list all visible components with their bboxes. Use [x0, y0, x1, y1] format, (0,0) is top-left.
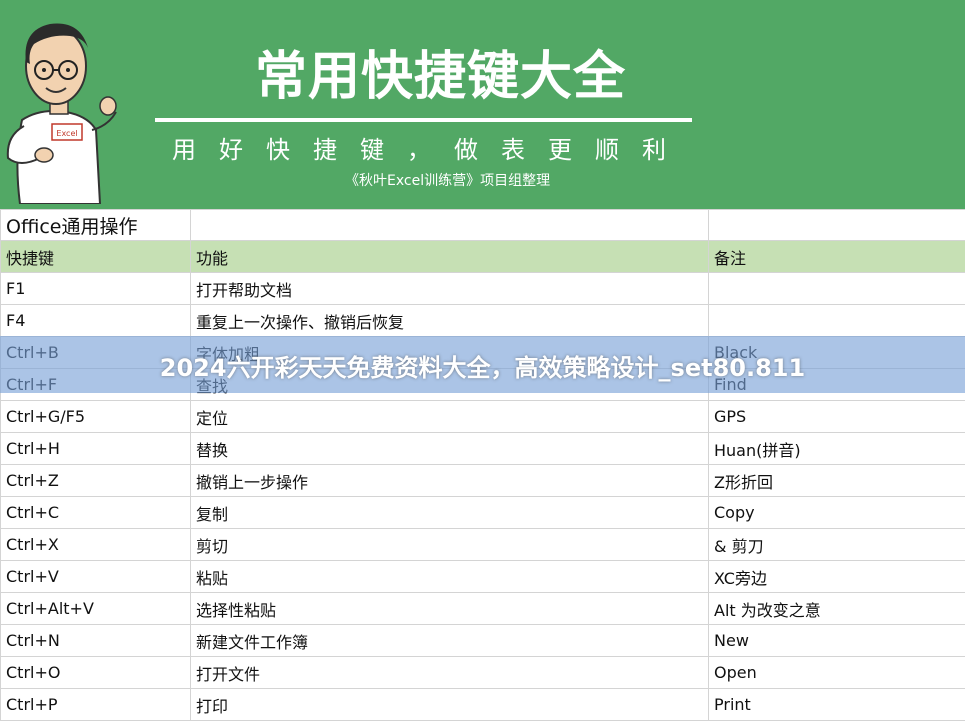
banner-divider	[155, 118, 692, 122]
cell-shortcut[interactable]: F4	[0, 304, 191, 337]
cell-note[interactable]: New	[708, 624, 965, 657]
table-row: Ctrl+G/F5 定位 GPS	[0, 400, 965, 433]
table-row: Ctrl+C 复制 Copy	[0, 496, 965, 529]
cell-shortcut[interactable]: Ctrl+G/F5	[0, 400, 191, 433]
cell-function[interactable]: 选择性粘贴	[190, 592, 709, 625]
cell-shortcut[interactable]: Ctrl+Alt+V	[0, 592, 191, 625]
cell-shortcut[interactable]: Ctrl+V	[0, 560, 191, 593]
header-note[interactable]: 备注	[708, 240, 965, 273]
cell-note[interactable]: Copy	[708, 496, 965, 529]
cell-function[interactable]: 粘贴	[190, 560, 709, 593]
table-row: Ctrl+O 打开文件 Open	[0, 656, 965, 689]
cell-shortcut[interactable]: Ctrl+N	[0, 624, 191, 657]
cell-function[interactable]: 打印	[190, 688, 709, 721]
banner-subtitle: 用好快捷键，做表更顺利	[172, 136, 689, 164]
table-row: Ctrl+Alt+V 选择性粘贴 Alt 为改变之意	[0, 592, 965, 625]
cell-shortcut[interactable]: Ctrl+X	[0, 528, 191, 561]
cell-note[interactable]: Alt 为改变之意	[708, 592, 965, 625]
cell-function[interactable]: 打开文件	[190, 656, 709, 689]
header-shortcut[interactable]: 快捷键	[0, 240, 191, 273]
cell-note[interactable]: Print	[708, 688, 965, 721]
table-row: Ctrl+X 剪切 & 剪刀	[0, 528, 965, 561]
cell-note[interactable]: XC旁边	[708, 560, 965, 593]
cell-note[interactable]: Z形折回	[708, 464, 965, 497]
header-function[interactable]: 功能	[190, 240, 709, 273]
banner-credit: 《秋叶Excel训练营》项目组整理	[345, 173, 551, 189]
table-row: Ctrl+Z 撤销上一步操作 Z形折回	[0, 464, 965, 497]
banner: Excel 常用快捷键大全 用好快捷键，做表更顺利 《秋叶Excel训练营》项目…	[0, 0, 965, 209]
shirt-badge-text: Excel	[56, 129, 77, 138]
shortcut-table: Office通用操作 快捷键 功能 备注 F1 打开帮助文档 F4 重复上一次操作、撤…	[0, 209, 965, 721]
section-title[interactable]: Office通用操作	[0, 209, 191, 241]
cell-note[interactable]	[708, 272, 965, 305]
cell-shortcut[interactable]: Ctrl+C	[0, 496, 191, 529]
cell-shortcut[interactable]: Ctrl+H	[0, 432, 191, 465]
cell-note[interactable]: & 剪刀	[708, 528, 965, 561]
cell-function[interactable]: 撤销上一步操作	[190, 464, 709, 497]
table-row: F1 打开帮助文档	[0, 272, 965, 305]
table-row: Ctrl+N 新建文件工作簿 New	[0, 624, 965, 657]
cell-function[interactable]: 复制	[190, 496, 709, 529]
cell-note[interactable]: GPS	[708, 400, 965, 433]
cell-function[interactable]: 重复上一次操作、撤销后恢复	[190, 304, 709, 337]
table-row: Ctrl+P 打印 Print	[0, 688, 965, 721]
table-cell[interactable]	[190, 209, 709, 241]
table-row: Ctrl+H 替换 Huan(拼音)	[0, 432, 965, 465]
cell-shortcut[interactable]: F1	[0, 272, 191, 305]
banner-title: 常用快捷键大全	[255, 47, 627, 107]
header-row: 快捷键 功能 备注	[0, 240, 965, 273]
table-row: Ctrl+V 粘贴 XC旁边	[0, 560, 965, 593]
cell-function[interactable]: 替换	[190, 432, 709, 465]
cell-shortcut[interactable]: Ctrl+Z	[0, 464, 191, 497]
cell-note[interactable]	[708, 304, 965, 337]
section-row: Office通用操作	[0, 209, 965, 241]
cell-function[interactable]: 剪切	[190, 528, 709, 561]
cell-note[interactable]: Huan(拼音)	[708, 432, 965, 465]
cell-function[interactable]: 新建文件工作簿	[190, 624, 709, 657]
cell-shortcut[interactable]: Ctrl+P	[0, 688, 191, 721]
table-row: F4 重复上一次操作、撤销后恢复	[0, 304, 965, 337]
watermark-text: 2024六开彩天天免费资料大全，高效策略设计_set80.811	[159, 354, 806, 382]
cell-shortcut[interactable]: Ctrl+O	[0, 656, 191, 689]
table-cell[interactable]	[708, 209, 965, 241]
cell-function[interactable]: 打开帮助文档	[190, 272, 709, 305]
cell-function[interactable]: 定位	[190, 400, 709, 433]
cartoon-avatar: Excel	[6, 23, 117, 204]
cell-note[interactable]: Open	[708, 656, 965, 689]
